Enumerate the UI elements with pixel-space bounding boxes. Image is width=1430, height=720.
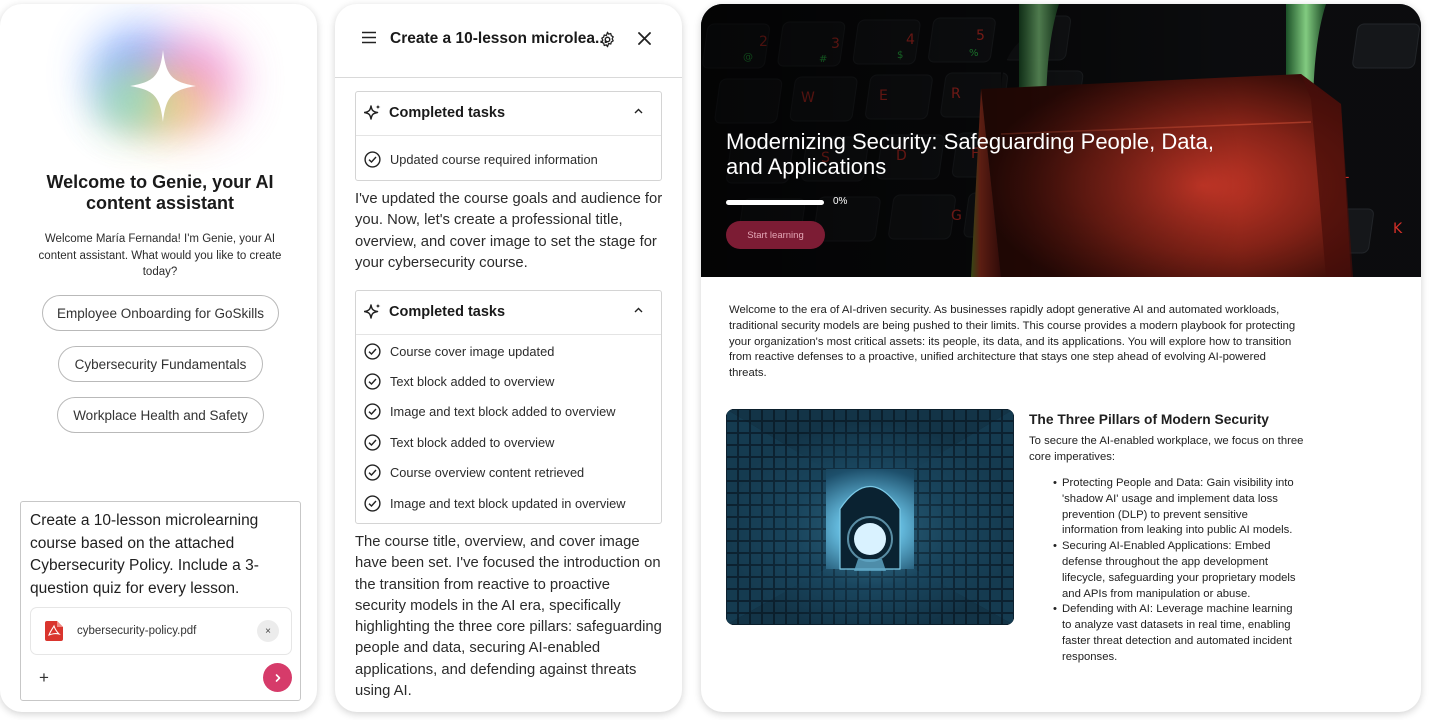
chat-panel: Create a 10-lesson microlea... Completed… [335,4,682,712]
task-label: Image and text block added to overview [390,403,616,419]
completed-tasks-header[interactable]: Completed tasks [356,291,661,335]
start-learning-button[interactable]: Start learning [726,221,825,249]
task-label: Updated course required information [390,151,598,167]
genie-welcome-panel: Welcome to Genie, your AI content assist… [0,4,317,712]
check-circle-icon [364,433,381,451]
task-item: Text block added to overview [364,432,554,452]
attachment-card: cybersecurity-policy.pdf × [31,608,291,654]
pillars-list: Protecting People and Data: Gain visibil… [1053,476,1302,666]
pillar-item: Securing AI-Enabled Applications: Embed … [1053,539,1302,602]
task-label: Course cover image updated [390,343,555,359]
task-item: Course cover image updated [364,341,554,361]
gear-icon[interactable] [599,31,616,48]
suggestion-chip-health-safety[interactable]: Workplace Health and Safety [57,397,264,433]
assistant-message: I've updated the course goals and audien… [355,191,663,271]
digital-vault-image [726,409,1014,625]
suggestion-chip-onboarding[interactable]: Employee Onboarding for GoSkills [42,295,279,331]
assistant-message: The course title, overview, and cover im… [355,534,662,700]
genie-sparkle-icon [80,18,245,148]
add-button[interactable]: + [33,667,55,689]
course-preview-panel: 234 5WE RTS DFG LK @#$% Modernizing Secu [701,4,1421,712]
completed-tasks-card: Completed tasks Updated course required … [355,91,662,181]
task-label: Text block added to overview [390,373,555,389]
chat-header: Create a 10-lesson microlea... [335,4,682,78]
remove-attachment-button[interactable]: × [257,620,279,642]
pillars-subtitle: To secure the AI-enabled workplace, we f… [1029,435,1304,463]
sparkles-icon [364,303,381,319]
pdf-file-icon [45,621,63,641]
task-item: Text block added to overview [364,371,554,391]
completed-tasks-label: Completed tasks [389,304,506,320]
task-item: Course overview content retrieved [364,462,584,482]
prompt-input[interactable]: Create a 10-lesson microlearning course … [30,510,292,600]
completed-tasks-header[interactable]: Completed tasks [356,92,661,136]
suggestion-chip-cybersecurity[interactable]: Cybersecurity Fundamentals [58,346,263,382]
course-intro: Welcome to the era of AI-driven security… [729,304,1296,380]
screen: Welcome to Genie, your AI content assist… [0,0,1430,720]
pillar-item: Protecting People and Data: Gain visibil… [1053,476,1302,539]
check-circle-icon [364,150,381,168]
menu-icon[interactable] [362,31,376,44]
progress-percent: 0% [833,196,848,207]
chevron-up-icon[interactable] [634,307,643,313]
prompt-composer[interactable]: Create a 10-lesson microlearning course … [20,501,301,701]
task-label: Text block added to overview [390,434,555,450]
pillars-heading: The Three Pillars of Modern Security [1029,412,1269,427]
welcome-title: Welcome to Genie, your AI content assist… [46,172,274,213]
task-item: Updated course required information [364,149,598,169]
pillar-item: Defending with AI: Leverage machine lear… [1053,602,1302,665]
attachment-filename: cybersecurity-policy.pdf [77,625,197,637]
task-item: Image and text block added to overview [364,401,616,421]
completed-tasks-label: Completed tasks [389,105,506,121]
close-icon[interactable] [638,32,651,45]
chevron-up-icon[interactable] [634,108,643,114]
chat-title: Create a 10-lesson microlea... [390,30,608,47]
send-button[interactable] [263,663,292,692]
task-item: Image and text block updated in overview [364,493,625,513]
course-title: Modernizing Security: Safeguarding Peopl… [726,129,1214,179]
welcome-subtitle: Welcome María Fernanda! I'm Genie, your … [38,233,282,278]
chevron-right-icon [275,673,280,682]
course-cover-image: 234 5WE RTS DFG LK @#$% Modernizing Secu [701,4,1421,277]
check-circle-icon [364,494,381,512]
task-label: Image and text block updated in overview [390,495,626,511]
progress-bar [726,200,824,205]
sparkles-icon [364,104,381,120]
task-label: Course overview content retrieved [390,464,585,480]
check-circle-icon [364,342,381,360]
check-circle-icon [364,463,381,481]
completed-tasks-card: Completed tasks Course cover image updat… [355,290,662,524]
check-circle-icon [364,372,381,390]
check-circle-icon [364,402,381,420]
